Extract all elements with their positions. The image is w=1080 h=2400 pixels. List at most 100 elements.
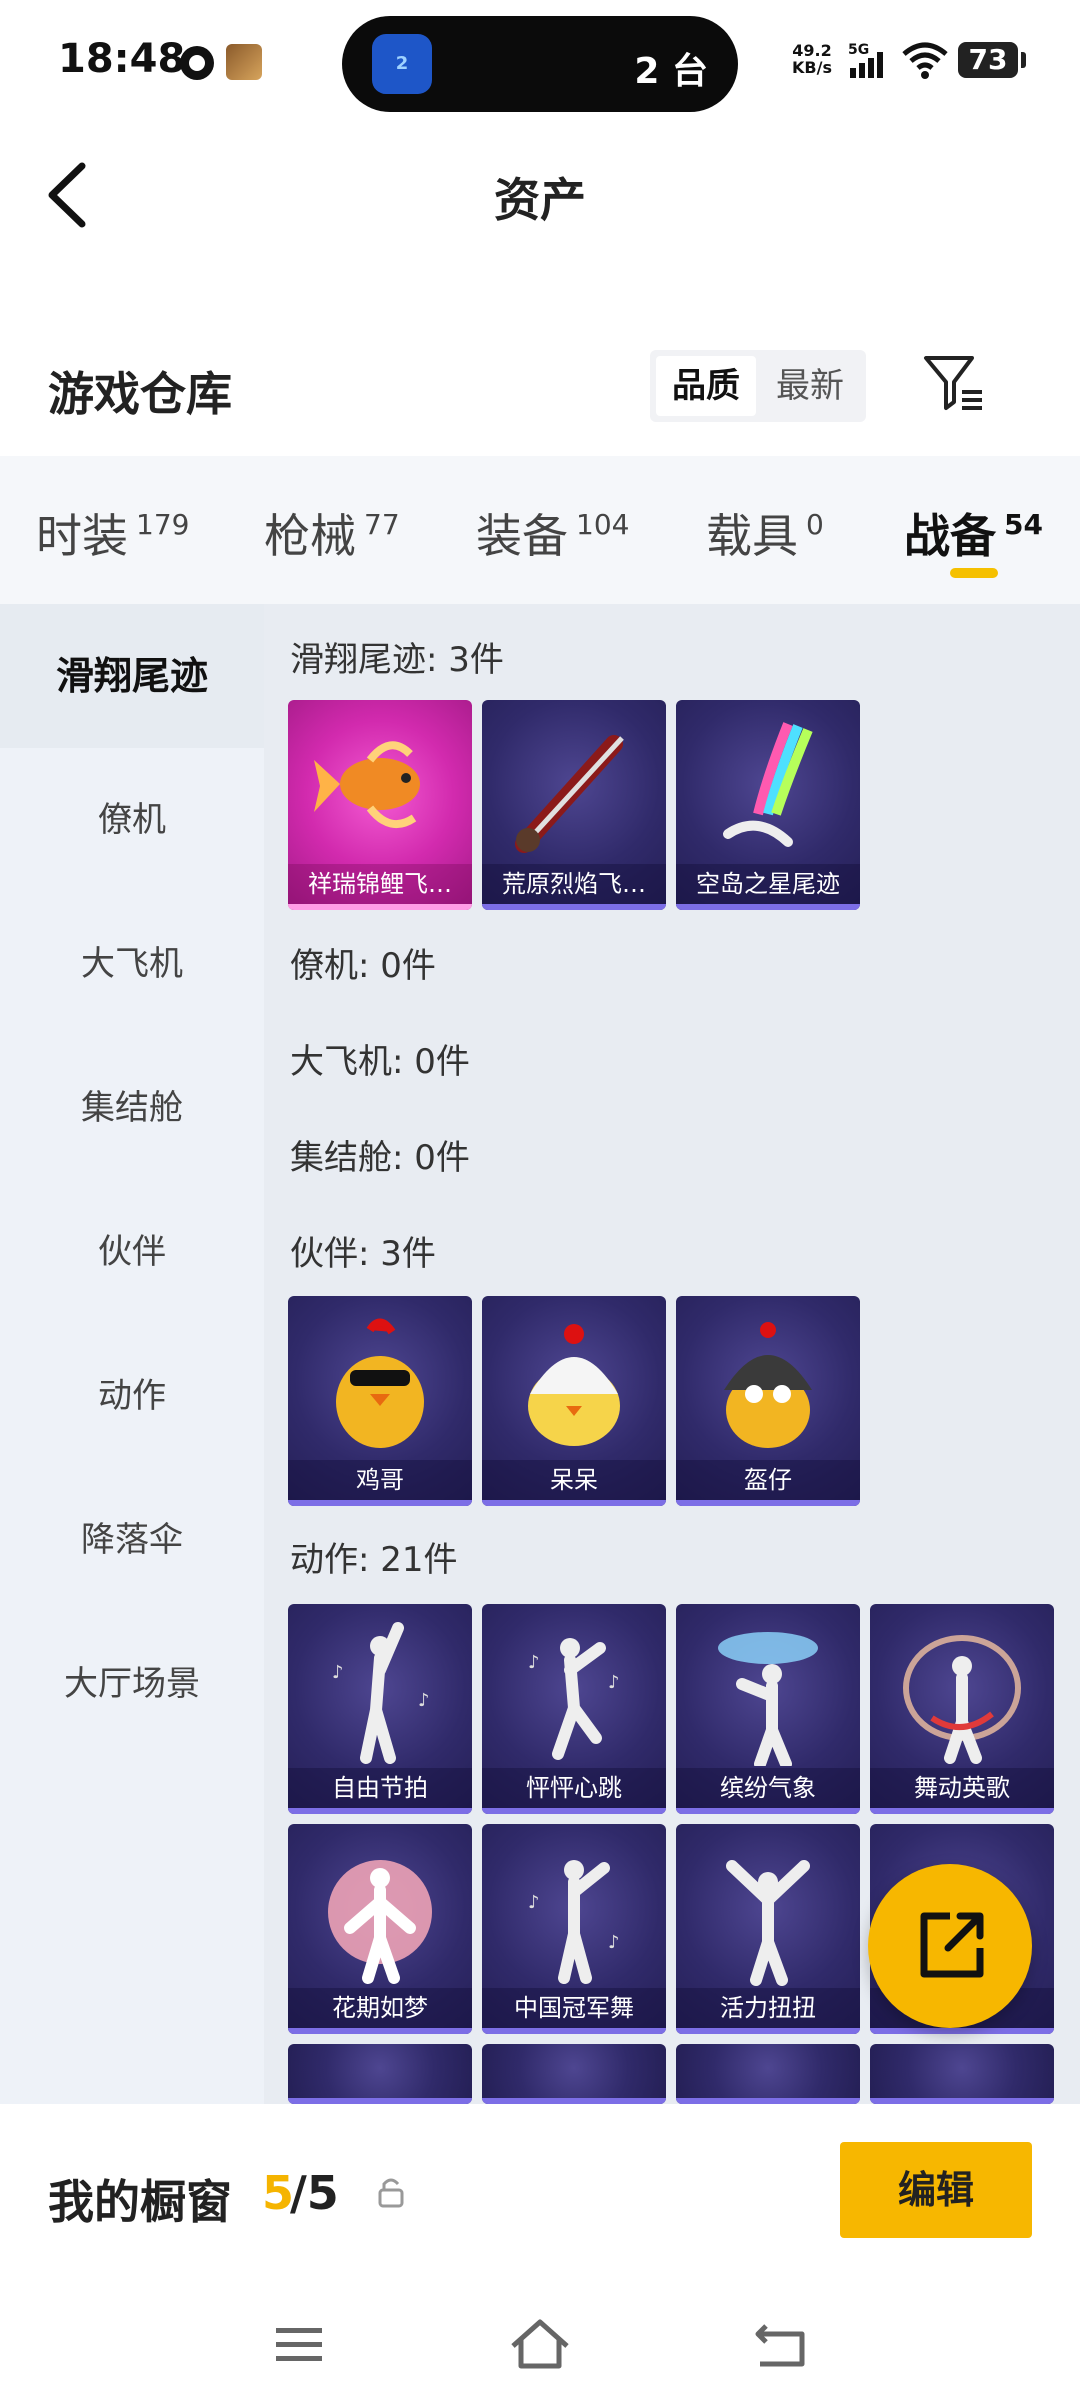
- chick-icon: [336, 1318, 424, 1448]
- dancer-icon: ♪♪: [332, 1622, 430, 1764]
- sidebar-item-companion[interactable]: 伙伴: [0, 1180, 264, 1324]
- active-tab-indicator: [950, 568, 998, 578]
- egg-chick-icon: [528, 1324, 620, 1446]
- item-tile[interactable]: ♪ ♪ 怦怦心跳: [482, 1604, 666, 1814]
- item-name: 自由节拍: [288, 1768, 472, 1808]
- filter-icon[interactable]: [920, 350, 986, 416]
- lock-icon: [378, 2178, 404, 2208]
- item-name: 舞动英歌: [870, 1768, 1054, 1808]
- tab-readiness[interactable]: 战备 54: [904, 500, 1043, 566]
- sidebar: 滑翔尾迹 僚机 大飞机 集结舱 伙伴 动作 降落伞 大厅场景: [0, 604, 264, 2104]
- group-label-companion: 伙伴: 3件: [290, 1234, 436, 1274]
- item-name: 盔仔: [676, 1460, 860, 1500]
- sort-latest-button[interactable]: 最新: [760, 356, 860, 416]
- share-out-button[interactable]: [868, 1864, 1032, 2028]
- item-name: 缤纷气象: [676, 1768, 860, 1808]
- game-app-icon: [226, 44, 262, 80]
- item-tile[interactable]: ♪ ♪ 中国冠军舞: [482, 1824, 666, 2034]
- item-tile[interactable]: 缤纷气象: [676, 1604, 860, 1814]
- dancer-icon: [726, 1860, 810, 1986]
- net-speed: 49.2 KB/s: [792, 41, 832, 77]
- svg-text:5G: 5G: [848, 42, 869, 58]
- tab-vehicles[interactable]: 载具 0: [706, 500, 824, 566]
- battery-level: 73: [958, 42, 1026, 78]
- dancer-icon: ♪♪: [528, 1638, 620, 1760]
- item-tile[interactable]: 花期如梦: [288, 1824, 472, 2034]
- ribbon-dancer-icon: [903, 1635, 1021, 1764]
- svg-text:♪: ♪: [528, 1652, 540, 1673]
- wifi-icon: [902, 42, 948, 79]
- item-tile[interactable]: 活力扭扭: [676, 1824, 860, 2034]
- sidebar-item-parachute[interactable]: 降落伞: [0, 1468, 264, 1612]
- share-out-icon: [920, 1912, 984, 1978]
- group-label-big-plane: 大飞机: 0件: [290, 1042, 470, 1082]
- item-name: 怦怦心跳: [482, 1768, 666, 1808]
- item-name: 荒原烈焰飞…: [482, 864, 666, 904]
- tab-firearms[interactable]: 枪械 77: [264, 500, 400, 566]
- sort-quality-button[interactable]: 品质: [656, 356, 756, 416]
- item-tile[interactable]: [870, 2044, 1054, 2104]
- sidebar-item-emote[interactable]: 动作: [0, 1324, 264, 1468]
- tab-equipment[interactable]: 装备 104: [476, 500, 629, 566]
- tab-fashion[interactable]: 时装 179: [36, 500, 189, 566]
- page-title: 资产: [494, 173, 586, 227]
- item-name: 活力扭扭: [676, 1988, 860, 2028]
- return-icon[interactable]: [746, 2310, 816, 2380]
- flame-trail-icon: [515, 735, 624, 853]
- item-tile[interactable]: [482, 2044, 666, 2104]
- category-tabs: 时装 179 枪械 77 装备 104 载具 0 战备 54: [0, 456, 1080, 604]
- flower-dancer-icon: [328, 1860, 432, 1984]
- item-name: 鸡哥: [288, 1460, 472, 1500]
- item-tile[interactable]: ♪ ♪ 自由节拍: [288, 1604, 472, 1814]
- group-label-emote: 动作: 21件: [290, 1540, 458, 1580]
- showcase-total: /5: [290, 2166, 339, 2220]
- sidebar-item-lobby-scene[interactable]: 大厅场景: [0, 1612, 264, 1756]
- svg-text:♪: ♪: [528, 1892, 540, 1913]
- rainbow-trail-icon: [723, 722, 813, 847]
- island-device-count: 2 台: [634, 51, 708, 92]
- svg-text:♪: ♪: [608, 1672, 620, 1693]
- dancer-icon: ♪♪: [528, 1860, 620, 1984]
- svg-text:♪: ♪: [418, 1690, 430, 1711]
- showcase-bar: 我的橱窗 5 /5 编辑: [0, 2106, 1080, 2296]
- warehouse-header: 游戏仓库 品质 最新: [0, 320, 1080, 450]
- item-name: 中国冠军舞: [482, 1988, 666, 2028]
- showcase-label: 我的橱窗: [48, 2175, 232, 2229]
- group-label-glide-trail: 滑翔尾迹: 3件: [290, 640, 504, 680]
- header: 资产: [0, 120, 1080, 270]
- item-tile[interactable]: [288, 2044, 472, 2104]
- sidebar-item-glide-trail[interactable]: 滑翔尾迹: [0, 604, 264, 748]
- item-tile[interactable]: 荒原烈焰飞…: [482, 700, 666, 910]
- item-tile[interactable]: 盔仔: [676, 1296, 860, 1506]
- connection-app-icon: 2: [372, 34, 432, 94]
- svg-text:♪: ♪: [608, 1932, 620, 1953]
- item-name: 祥瑞锦鲤飞…: [288, 864, 472, 904]
- menu-icon[interactable]: [264, 2310, 334, 2380]
- item-tile[interactable]: 呆呆: [482, 1296, 666, 1506]
- home-icon[interactable]: [505, 2310, 575, 2380]
- item-tile[interactable]: 空岛之星尾迹: [676, 700, 860, 910]
- warehouse-title: 游戏仓库: [48, 367, 232, 421]
- item-tile[interactable]: 祥瑞锦鲤飞…: [288, 700, 472, 910]
- item-tile[interactable]: 舞动英歌: [870, 1604, 1054, 1814]
- item-tile[interactable]: 鸡哥: [288, 1296, 472, 1506]
- sidebar-item-wingman[interactable]: 僚机: [0, 748, 264, 892]
- group-label-assembly-pod: 集结舱: 0件: [290, 1138, 470, 1178]
- notification-app-icon: [180, 46, 214, 80]
- status-time: 18:48: [58, 36, 186, 82]
- item-name: 空岛之星尾迹: [676, 864, 860, 904]
- svg-text:♪: ♪: [332, 1662, 344, 1683]
- helmet-chick-icon: [724, 1322, 812, 1448]
- dynamic-island[interactable]: 2 2 台: [342, 16, 738, 112]
- sidebar-item-big-plane[interactable]: 大飞机: [0, 892, 264, 1036]
- group-label-wingman: 僚机: 0件: [290, 946, 436, 986]
- signal-icon: 5G: [848, 42, 883, 78]
- item-name: 花期如梦: [288, 1988, 472, 2028]
- system-nav-bar: [0, 2290, 1080, 2400]
- koi-trail-icon: [314, 741, 420, 829]
- item-tile[interactable]: [676, 2044, 860, 2104]
- sort-toggle: 品质 最新: [650, 350, 866, 422]
- sidebar-item-assembly-pod[interactable]: 集结舱: [0, 1036, 264, 1180]
- edit-button[interactable]: 编辑: [840, 2142, 1032, 2238]
- item-name: 呆呆: [482, 1460, 666, 1500]
